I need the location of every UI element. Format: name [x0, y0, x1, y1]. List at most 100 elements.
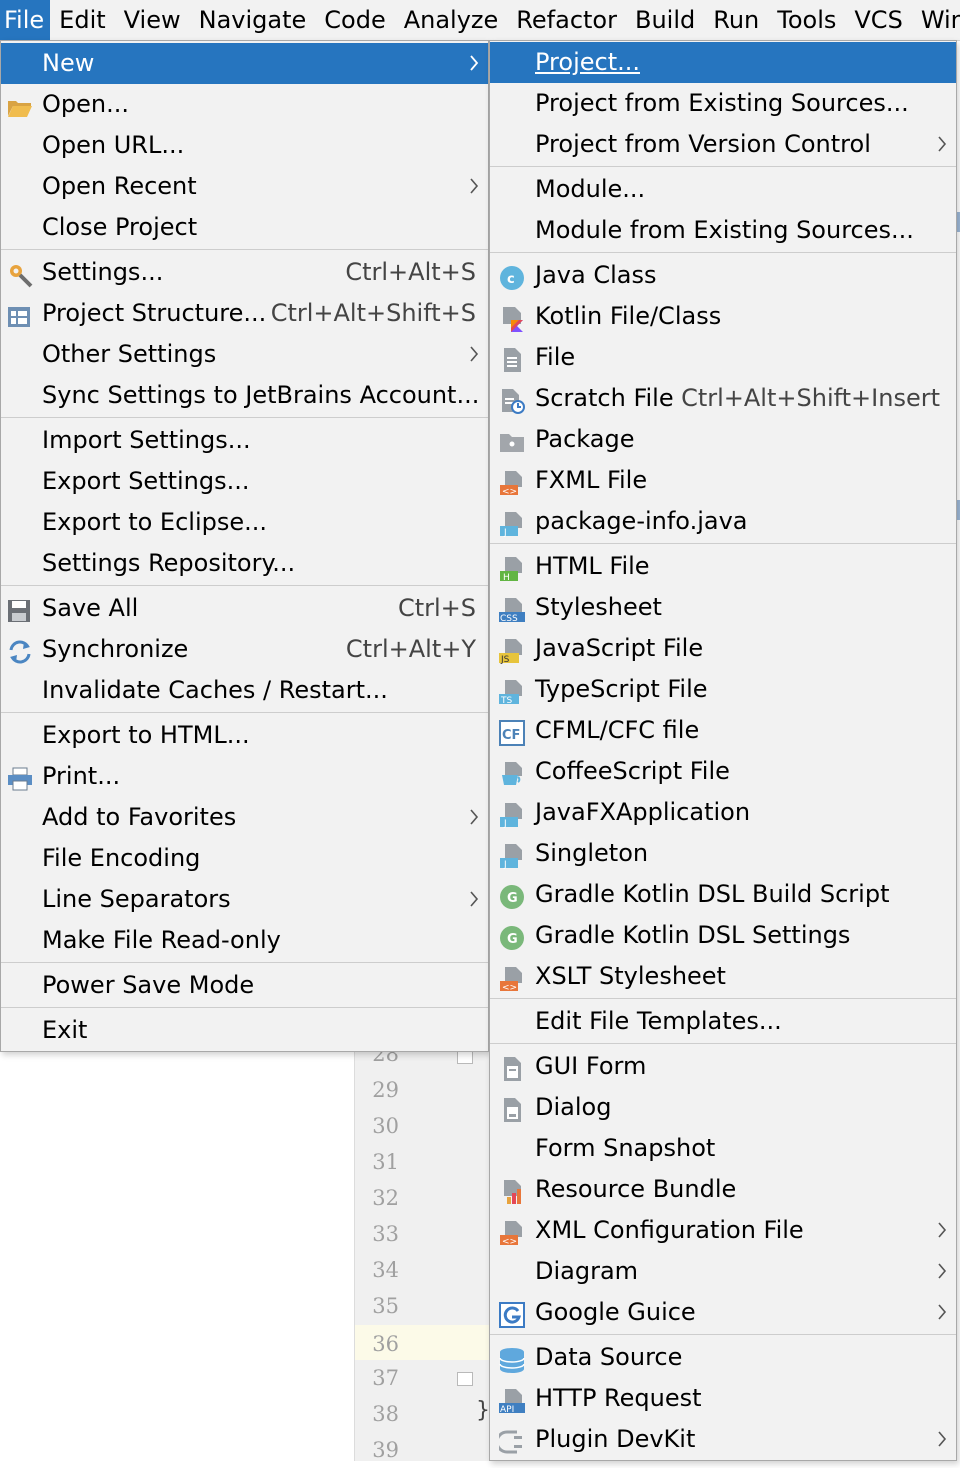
menu-item-add-to-favorites[interactable]: Add to Favorites: [1, 797, 488, 838]
menu-item-settings[interactable]: Settings... Ctrl+Alt+S: [1, 252, 488, 293]
settings-wrench-icon: [7, 260, 33, 288]
menu-item-export-to-eclipse[interactable]: Export to Eclipse...: [1, 502, 488, 543]
menu-separator: [490, 998, 956, 999]
menu-item-export-to-html[interactable]: Export to HTML...: [1, 715, 488, 756]
menu-item-project-from-vcs[interactable]: Project from Version Control: [490, 124, 956, 165]
menu-item-java-class[interactable]: c Java Class: [490, 255, 956, 296]
menu-item-module[interactable]: Module...: [490, 169, 956, 210]
menu-item-new-project[interactable]: Project...: [490, 42, 956, 83]
menu-separator: [1, 585, 488, 586]
submenu-arrow-icon: [466, 43, 482, 84]
menu-item-new[interactable]: New: [1, 43, 488, 84]
menubar-navigate[interactable]: Navigate: [190, 0, 316, 40]
line-number: 38: [372, 1402, 399, 1426]
menubar-window[interactable]: Window: [912, 0, 960, 40]
menu-item-form-snapshot[interactable]: Form Snapshot: [490, 1128, 956, 1169]
menu-item-power-save-mode[interactable]: Power Save Mode: [1, 965, 488, 1006]
menubar-run[interactable]: Run: [704, 0, 768, 40]
line-number: 30: [372, 1114, 399, 1138]
menubar-view[interactable]: View: [115, 0, 190, 40]
menu-item-open[interactable]: Open...: [1, 84, 488, 125]
svg-text:G: G: [507, 891, 518, 906]
menu-item-invalidate-caches[interactable]: Invalidate Caches / Restart...: [1, 670, 488, 711]
printer-icon: [7, 764, 33, 791]
menu-item-javascript-file[interactable]: JS JavaScript File: [490, 628, 956, 669]
menubar-code[interactable]: Code: [315, 0, 394, 40]
menu-item-google-guice[interactable]: Google Guice: [490, 1292, 956, 1333]
menu-item-typescript-file[interactable]: TS TypeScript File: [490, 669, 956, 710]
menu-item-line-separators[interactable]: Line Separators: [1, 879, 488, 920]
menu-item-print[interactable]: Print...: [1, 756, 488, 797]
fold-marker-icon[interactable]: [457, 1050, 473, 1064]
menubar-edit[interactable]: Edit: [50, 0, 114, 40]
fold-marker-icon[interactable]: [457, 1372, 473, 1386]
menu-item-project-from-existing-sources[interactable]: Project from Existing Sources...: [490, 83, 956, 124]
menu-item-import-settings[interactable]: Import Settings...: [1, 420, 488, 461]
gradle-icon: G: [499, 882, 525, 909]
menu-separator: [1, 1007, 488, 1008]
google-guice-icon: [499, 1300, 525, 1328]
menubar-analyze[interactable]: Analyze: [395, 0, 508, 40]
line-number: 33: [372, 1222, 399, 1246]
submenu-arrow-icon: [934, 1251, 950, 1292]
plugin-devkit-icon: [495, 1427, 525, 1454]
menu-item-settings-repository[interactable]: Settings Repository...: [1, 543, 488, 584]
svg-text:J: J: [503, 860, 507, 869]
menu-item-package[interactable]: Package: [490, 419, 956, 460]
kotlin-file-icon: [499, 304, 525, 332]
line-number: 34: [372, 1258, 399, 1282]
menu-item-dialog[interactable]: Dialog: [490, 1087, 956, 1128]
menu-item-plugin-devkit[interactable]: Plugin DevKit: [490, 1419, 956, 1460]
menu-item-http-request[interactable]: API HTTP Request: [490, 1378, 956, 1419]
menubar-refactor[interactable]: Refactor: [507, 0, 626, 40]
menu-item-other-settings[interactable]: Other Settings: [1, 334, 488, 375]
menubar-tools[interactable]: Tools: [768, 0, 845, 40]
scratch-file-icon: [499, 386, 525, 414]
menu-item-module-from-existing-sources[interactable]: Module from Existing Sources...: [490, 210, 956, 251]
java-file-icon: J: [499, 509, 525, 538]
menu-item-scratch-file[interactable]: Scratch File Ctrl+Alt+Shift+Insert: [490, 378, 956, 419]
svg-text:J: J: [503, 528, 507, 537]
menu-item-sync-settings[interactable]: Sync Settings to JetBrains Account...: [1, 375, 488, 416]
menu-item-gradle-kotlin-settings[interactable]: G Gradle Kotlin DSL Settings: [490, 915, 956, 956]
menu-item-coffeescript-file[interactable]: CoffeeScript File: [490, 751, 956, 792]
menu-item-make-read-only[interactable]: Make File Read-only: [1, 920, 488, 961]
menu-item-export-settings[interactable]: Export Settings...: [1, 461, 488, 502]
menu-item-file[interactable]: File: [490, 337, 956, 378]
menu-item-project-structure[interactable]: Project Structure... Ctrl+Alt+Shift+S: [1, 293, 488, 334]
menu-item-xml-configuration-file[interactable]: <> XML Configuration File: [490, 1210, 956, 1251]
menu-item-close-project[interactable]: Close Project: [1, 207, 488, 248]
typescript-file-icon: TS: [499, 677, 525, 706]
menu-item-stylesheet[interactable]: CSS Stylesheet: [490, 587, 956, 628]
submenu-arrow-icon: [466, 334, 482, 375]
menu-item-diagram[interactable]: Diagram: [490, 1251, 956, 1292]
menu-separator: [1, 712, 488, 713]
menu-item-html-file[interactable]: H HTML File: [490, 546, 956, 587]
menu-item-xslt-stylesheet[interactable]: <> XSLT Stylesheet: [490, 956, 956, 997]
menu-item-fxml-file[interactable]: <> FXML File: [490, 460, 956, 501]
menu-item-exit[interactable]: Exit: [1, 1010, 488, 1051]
menu-item-open-recent[interactable]: Open Recent: [1, 166, 488, 207]
menu-item-file-encoding[interactable]: File Encoding: [1, 838, 488, 879]
menu-item-kotlin-file[interactable]: Kotlin File/Class: [490, 296, 956, 337]
menu-separator: [490, 252, 956, 253]
menu-item-data-source[interactable]: Data Source: [490, 1337, 956, 1378]
menu-item-gradle-kotlin-build-script[interactable]: G Gradle Kotlin DSL Build Script: [490, 874, 956, 915]
menu-item-package-info[interactable]: J package-info.java: [490, 501, 956, 542]
menu-item-gui-form[interactable]: GUI Form: [490, 1046, 956, 1087]
menu-item-cfml-file[interactable]: CF CFML/CFC file: [490, 710, 956, 751]
submenu-arrow-icon: [934, 1210, 950, 1251]
menubar-build[interactable]: Build: [626, 0, 704, 40]
menu-item-edit-file-templates[interactable]: Edit File Templates...: [490, 1001, 956, 1042]
menu-separator: [1, 962, 488, 963]
menu-item-save-all[interactable]: Save All Ctrl+S: [1, 588, 488, 629]
line-number: 32: [372, 1186, 399, 1210]
menu-item-open-url[interactable]: Open URL...: [1, 125, 488, 166]
svg-text:G: G: [507, 932, 518, 947]
menu-item-synchronize[interactable]: Synchronize Ctrl+Alt+Y: [1, 629, 488, 670]
menubar-vcs[interactable]: VCS: [845, 0, 911, 40]
menu-item-javafx-application[interactable]: J JavaFXApplication: [490, 792, 956, 833]
menu-item-singleton[interactable]: J Singleton: [490, 833, 956, 874]
menu-item-resource-bundle[interactable]: Resource Bundle: [490, 1169, 956, 1210]
menubar-file[interactable]: File: [0, 0, 51, 40]
